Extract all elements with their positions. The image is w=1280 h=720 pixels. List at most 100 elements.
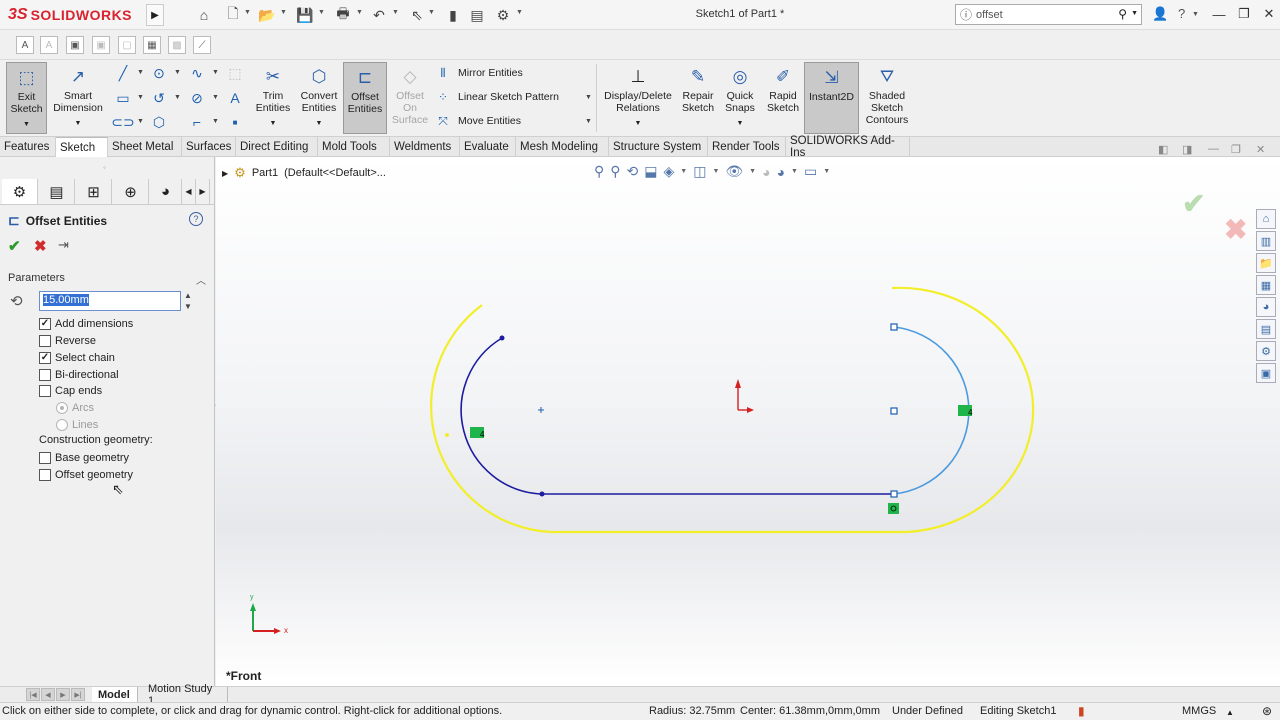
tab-solidworks-addins[interactable]: SOLIDWORKS Add-Ins <box>786 135 910 159</box>
offset-geometry-checkbox[interactable]: Offset geometry <box>39 468 133 482</box>
tab-weldments[interactable]: Weldments <box>390 137 460 157</box>
fillet-icon[interactable]: ⌐ <box>188 113 206 131</box>
text-icon[interactable]: A <box>226 89 244 107</box>
smart-dimension-button[interactable]: ↗ Smart Dimension ▼ <box>50 62 106 134</box>
display-manager-tab-icon[interactable]: ◕ <box>150 179 182 204</box>
spline-dropdown-icon[interactable]: ▼ <box>212 69 219 76</box>
chevron-up-icon[interactable]: ︿ <box>196 272 206 287</box>
save-dropdown-icon[interactable]: ▼ <box>318 9 325 16</box>
tabs-scroll-left-icon[interactable]: ◀ <box>182 179 196 204</box>
polygon-icon[interactable]: ⊘ <box>188 89 206 107</box>
linear-pattern-dropdown-icon[interactable]: ▼ <box>585 94 592 101</box>
search-dropdown-icon[interactable]: ▼ <box>1131 10 1138 17</box>
move-entities-button[interactable]: ⤧ Move Entities <box>434 112 521 130</box>
annotation-icon[interactable]: A <box>16 36 34 54</box>
cap-ends-checkbox[interactable]: Cap ends <box>39 384 102 398</box>
tab-model[interactable]: Model <box>92 687 138 702</box>
quick-snaps-button[interactable]: ◎ Quick Snaps ▼ <box>722 62 758 134</box>
offset-entities-button[interactable]: ⊏ Offset Entities <box>343 62 387 134</box>
tab-sheet-metal[interactable]: Sheet Metal <box>108 137 182 157</box>
tab-mesh-modeling[interactable]: Mesh Modeling <box>516 137 609 157</box>
tab-features[interactable]: Features <box>0 137 56 157</box>
tab-render-tools[interactable]: Render Tools <box>708 137 786 157</box>
exit-sketch-button[interactable]: ⬚ Exit Sketch ▼ <box>6 62 47 134</box>
lines-radio[interactable]: Lines <box>56 418 98 432</box>
tabs-scroll-right-icon[interactable]: ▶ <box>196 179 210 204</box>
circle-dropdown-icon[interactable]: ▼ <box>174 69 181 76</box>
property-manager-tab-icon[interactable]: ▤ <box>39 179 75 204</box>
spline-icon[interactable]: ∿ <box>188 64 206 82</box>
coincident-relation-icon[interactable] <box>888 503 899 514</box>
shaded-sketch-contours-button[interactable]: ⛛ Shaded Sketch Contours <box>862 62 912 134</box>
add-dimensions-checkbox[interactable]: ✓ Add dimensions <box>39 317 133 331</box>
mirror-entities-button[interactable]: ⫴ Mirror Entities <box>434 64 522 82</box>
pushpin-icon[interactable]: ⇥ <box>58 237 69 253</box>
doc-restore-button[interactable]: ❐ <box>1231 143 1241 156</box>
rectangle-dropdown-icon[interactable]: ▼ <box>137 94 144 101</box>
base-geometry-checkbox[interactable]: Base geometry <box>39 451 129 465</box>
ok-checkmark-button[interactable]: ✔ <box>8 237 21 255</box>
trim-dropdown-icon[interactable]: ▼ <box>270 118 277 130</box>
tab-surfaces[interactable]: Surfaces <box>182 137 236 157</box>
cancel-x-button[interactable]: ✖ <box>34 237 47 255</box>
options-gear-icon[interactable]: ⚙ <box>492 5 514 25</box>
configuration-manager-tab-icon[interactable]: ⊞ <box>76 179 112 204</box>
arc-icon[interactable]: ↺ <box>150 89 168 107</box>
graphics-area[interactable]: ▶ ⚙ Part1 (Default<<Default>... ⚲ ⚲ ⟲ ⬓ … <box>216 157 1280 686</box>
search-input[interactable] <box>976 8 1097 21</box>
arc-center-marker[interactable] <box>890 407 898 415</box>
open-folder-icon[interactable]: 📂 <box>256 5 278 25</box>
open-dropdown-icon[interactable]: ▼ <box>280 9 287 16</box>
restore-button[interactable]: ❐ <box>1233 4 1255 24</box>
doc-close-button[interactable]: ✕ <box>1256 143 1265 156</box>
endpoint-marker[interactable] <box>499 335 505 341</box>
grid-icon[interactable]: ▩ <box>168 36 186 54</box>
next-tab-arrow-icon[interactable]: ▶ <box>56 688 70 701</box>
polygon-dropdown-icon[interactable]: ▼ <box>212 94 219 101</box>
close-button[interactable]: ✕ <box>1258 4 1280 24</box>
exit-sketch-dropdown-icon[interactable]: ▼ <box>23 119 30 131</box>
tab-structure-system[interactable]: Structure System <box>609 137 708 157</box>
tab-mold-tools[interactable]: Mold Tools <box>318 137 390 157</box>
file-properties-icon[interactable]: ▤ <box>466 5 488 25</box>
dimxpert-manager-tab-icon[interactable]: ⊕ <box>113 179 149 204</box>
parameters-group-header[interactable]: Parameters ︿ <box>8 272 208 288</box>
help-circle-icon[interactable]: ? <box>189 212 203 226</box>
fillet-dropdown-icon[interactable]: ▼ <box>212 118 219 125</box>
last-tab-arrow-icon[interactable]: ▶| <box>71 688 85 701</box>
line-dropdown-icon[interactable]: ▼ <box>137 69 144 76</box>
spin-up-icon[interactable]: ▲ <box>184 291 192 300</box>
picture-icon[interactable]: ▣ <box>66 36 84 54</box>
solidworks-logo[interactable]: 3S SOLIDWORKS <box>8 4 132 26</box>
doc-minimize-button[interactable]: — <box>1208 143 1219 155</box>
quick-snaps-dropdown-icon[interactable]: ▼ <box>737 118 744 130</box>
options-dropdown-icon[interactable]: ▼ <box>516 9 523 16</box>
offset-on-surface-button[interactable]: ◇ Offset On Surface <box>389 62 431 134</box>
first-tab-arrow-icon[interactable]: |◀ <box>26 688 40 701</box>
offset-distance-field[interactable]: 15.00mm <box>39 291 181 311</box>
convert-entities-button[interactable]: ⬡ Convert Entities ▼ <box>296 62 342 134</box>
trim-entities-button[interactable]: ✂ Trim Entities ▼ <box>252 62 294 134</box>
undo-icon[interactable]: ↶ <box>368 5 390 25</box>
tab-sketch[interactable]: Sketch <box>56 137 108 157</box>
print-dropdown-icon[interactable]: ▼ <box>356 9 363 16</box>
instant2d-button[interactable]: ⇲ Instant2D <box>804 62 859 134</box>
endpoint-marker[interactable] <box>890 323 898 331</box>
rapid-sketch-button[interactable]: ✐ Rapid Sketch <box>764 62 802 134</box>
repair-sketch-button[interactable]: ✎ Repair Sketch <box>679 62 717 134</box>
home-icon[interactable]: ⌂ <box>193 5 215 25</box>
reverse-checkbox[interactable]: Reverse <box>39 334 96 348</box>
units-dropdown-icon[interactable]: ▲ <box>1226 708 1234 717</box>
convert-dropdown-icon[interactable]: ▼ <box>316 118 323 130</box>
measure-icon[interactable]: ⟋ <box>193 36 211 54</box>
edit-text-icon[interactable]: A <box>40 36 58 54</box>
search-box[interactable]: ⓘ ⚲ ▼ <box>955 4 1142 25</box>
tab-direct-editing[interactable]: Direct Editing <box>236 137 318 157</box>
sketch-canvas[interactable]: 4 4 y x <box>216 157 1280 686</box>
menu-expand-arrow[interactable]: ▶ <box>146 4 164 26</box>
search-icon[interactable]: ⚲ <box>1118 7 1127 21</box>
display-delete-relations-button[interactable]: ⊥ Display/Delete Relations ▼ <box>601 62 675 134</box>
arc-dropdown-icon[interactable]: ▼ <box>174 94 181 101</box>
help-icon[interactable]: ? <box>1178 6 1185 21</box>
circle-icon[interactable]: ⊙ <box>150 64 168 82</box>
